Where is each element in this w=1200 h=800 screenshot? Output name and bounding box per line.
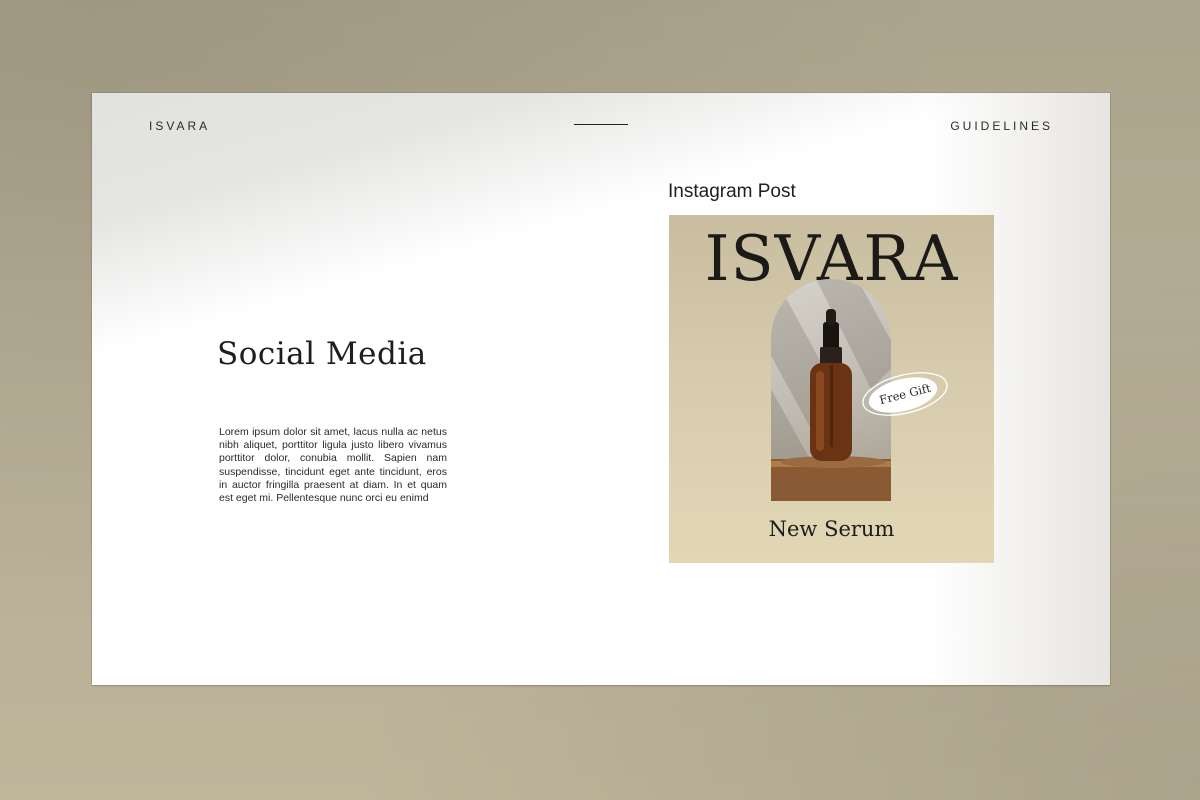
guidelines-slide: ISVARA GUIDELINES Social Media Lorem ips… — [92, 93, 1110, 685]
instagram-post-label: Instagram Post — [668, 181, 796, 202]
brand-header: ISVARA — [149, 119, 211, 133]
section-title: Social Media — [217, 336, 427, 372]
guidelines-header: GUIDELINES — [950, 119, 1053, 133]
header-divider — [574, 124, 628, 125]
instagram-post-mockup: ISVARA Free Gift New Serum — [669, 215, 994, 563]
free-gift-badge: Free Gift — [859, 370, 951, 418]
body-paragraph: Lorem ipsum dolor sit amet, lacus nulla … — [219, 426, 447, 505]
product-name: New Serum — [768, 517, 895, 541]
